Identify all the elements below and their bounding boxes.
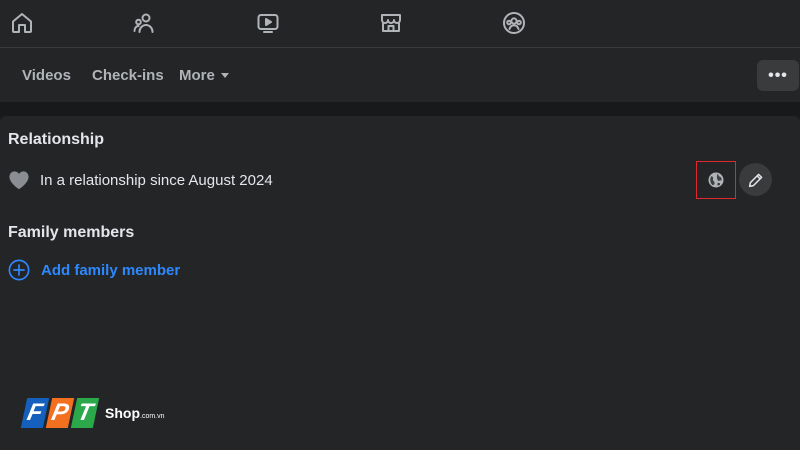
relationship-status: In a relationship since August 2024 [40, 171, 273, 189]
more-options-button[interactable]: ••• [757, 60, 799, 91]
logo-letter-p: P [45, 398, 75, 428]
logo-letter-f: F [20, 398, 50, 428]
friends-icon[interactable] [132, 10, 158, 36]
relationship-title: Relationship [8, 131, 105, 148]
home-icon[interactable] [9, 10, 35, 36]
profile-tab-bar: Videos Check-ins More [0, 48, 800, 102]
logo-domain: .com.vn [140, 413, 165, 420]
tab-more-label: More [179, 67, 215, 84]
fpt-shop-logo: F P T Shop.com.vn [20, 398, 165, 428]
globe-icon [708, 172, 724, 188]
tab-more[interactable]: More [179, 67, 229, 84]
add-circle-icon [8, 259, 30, 281]
family-members-title: Family members [8, 224, 135, 241]
tab-checkins[interactable]: Check-ins [92, 67, 164, 84]
edit-button[interactable] [739, 163, 772, 196]
more-options-icon: ••• [768, 66, 788, 84]
add-family-member-label: Add family member [41, 261, 181, 279]
groups-icon[interactable] [501, 10, 527, 36]
watch-icon[interactable] [255, 10, 281, 36]
heart-icon [9, 171, 29, 190]
relationship-row: In a relationship since August 2024 [8, 169, 273, 191]
add-family-member-link[interactable]: Add family member [8, 259, 180, 281]
privacy-button[interactable] [696, 161, 736, 199]
logo-letter-t: T [70, 398, 100, 428]
marketplace-icon[interactable] [378, 10, 404, 36]
top-navigation [0, 0, 800, 48]
logo-shop-text: Shop.com.vn [105, 406, 165, 428]
pencil-icon [748, 173, 762, 187]
logo-shop-word: Shop [105, 405, 140, 421]
tab-videos[interactable]: Videos [22, 67, 71, 84]
caret-down-icon [220, 73, 229, 78]
